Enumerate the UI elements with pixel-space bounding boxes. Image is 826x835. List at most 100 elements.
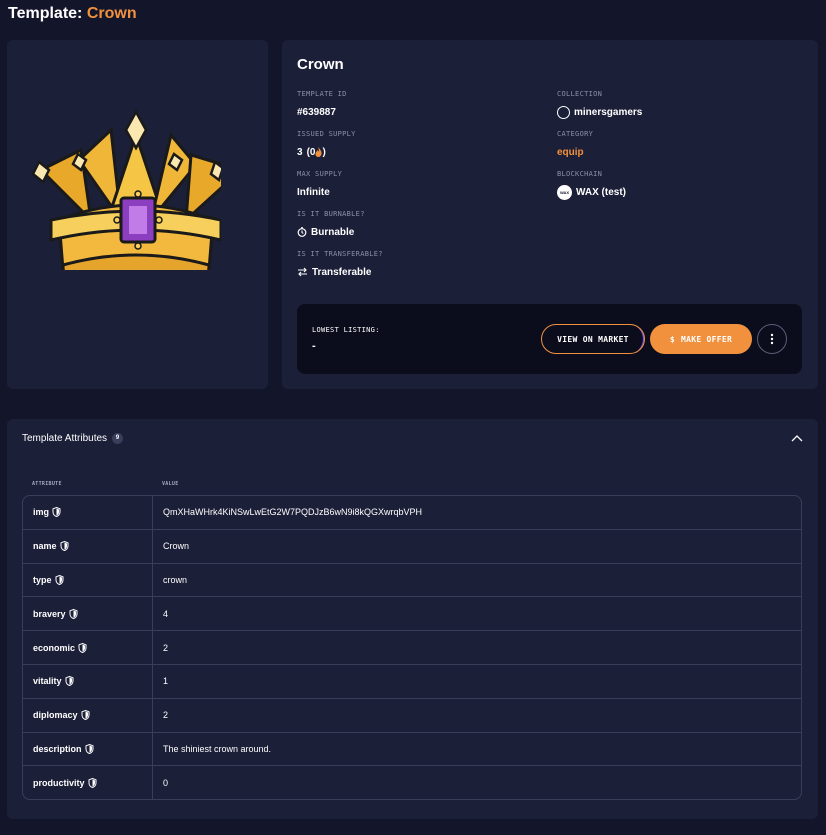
attribute-value-cell: 0 xyxy=(153,766,801,799)
attribute-value: crown xyxy=(163,574,188,585)
table-row: diplomacy 2 xyxy=(23,698,801,733)
table-row: bravery 4 xyxy=(23,597,801,632)
shield-icon xyxy=(65,676,74,687)
table-row: productivity 0 xyxy=(23,766,801,799)
table-row: name Crown xyxy=(23,529,801,564)
shield-icon xyxy=(52,507,61,518)
template-attributes-card: Template Attributes 9 ATTRIBUTE VALUE im… xyxy=(7,419,818,819)
transferable-text: Transferable xyxy=(312,266,372,278)
attribute-value: 4 xyxy=(163,608,169,619)
shield-icon xyxy=(81,710,90,721)
fire-icon xyxy=(315,147,323,157)
attribute-key-cell: economic xyxy=(23,631,153,664)
attribute-key-cell: img xyxy=(23,496,153,529)
blockchain-field: BLOCKCHAIN WAX WAX (test) xyxy=(557,170,626,200)
attribute-value-cell: Crown xyxy=(153,530,801,563)
template-image-card xyxy=(7,40,268,389)
attribute-value: 1 xyxy=(163,676,169,687)
attribute-key-cell: type xyxy=(23,563,153,597)
collection-name: minersgamers xyxy=(574,106,643,118)
burnable-value: Burnable xyxy=(297,225,365,239)
template-id-value: #639887 xyxy=(297,106,336,118)
issued-supply-count: 3 xyxy=(297,146,303,158)
shield-icon xyxy=(78,642,87,653)
shield-icon xyxy=(60,541,69,552)
template-name: Crown xyxy=(297,56,344,73)
burnable-field: IS IT BURNABLE? Burnable xyxy=(297,210,365,239)
attribute-value: Crown xyxy=(163,541,190,552)
attributes-title: Template Attributes xyxy=(22,433,108,444)
wax-logo-icon: WAX xyxy=(557,184,572,200)
table-row: type crown xyxy=(23,563,801,598)
collection-label: COLLECTION xyxy=(557,90,603,98)
attribute-key: type xyxy=(33,574,52,585)
attribute-key: vitality xyxy=(33,676,62,687)
table-row: img QmXHaWHrk4KiNSwLwEtG2W7PQDJzB6wN9i8kQ… xyxy=(23,496,801,530)
attributes-header[interactable]: Template Attributes 9 xyxy=(22,433,124,444)
attribute-value-cell: The shiniest crown around. xyxy=(153,733,801,766)
collection-field: COLLECTION minersgamers xyxy=(557,90,642,119)
make-offer-label: MAKE OFFER xyxy=(680,334,733,344)
attribute-value-cell: 2 xyxy=(153,631,801,664)
issued-supply-field: ISSUED SUPPLY 3 (0 ) xyxy=(297,130,356,159)
burn-timer-icon xyxy=(297,227,307,237)
attribute-key: img xyxy=(33,507,50,518)
table-row: economic 2 xyxy=(23,631,801,665)
attribute-value: 2 xyxy=(163,710,169,721)
transferable-label: IS IT TRANSFERABLE? xyxy=(297,250,383,258)
attributes-count-badge: 9 xyxy=(112,433,124,444)
collection-link[interactable]: minersgamers xyxy=(557,105,642,119)
attribute-value-cell: 4 xyxy=(153,597,801,630)
page-title-prefix: Template: xyxy=(8,5,83,22)
attribute-value: The shiniest crown around. xyxy=(163,743,272,754)
attribute-value: 2 xyxy=(163,642,169,653)
burned-close: ) xyxy=(322,146,326,158)
attribute-key: name xyxy=(33,541,57,552)
column-header-attribute: ATTRIBUTE xyxy=(32,481,62,487)
attribute-key-cell: name xyxy=(23,529,153,563)
lowest-listing-label: LOWEST LISTING: xyxy=(312,326,380,334)
category-value[interactable]: equip xyxy=(557,145,593,159)
max-supply-label: MAX SUPPLY xyxy=(297,170,343,178)
chevron-up-icon[interactable] xyxy=(791,433,803,445)
more-options-button[interactable] xyxy=(757,324,787,354)
template-info-card: Crown TEMPLATE ID #639887 COLLECTION min… xyxy=(282,40,818,389)
attribute-key: economic xyxy=(33,642,76,653)
transfer-arrows-icon xyxy=(298,267,307,277)
page-title: Template: Crown xyxy=(8,5,137,23)
shield-icon xyxy=(88,778,97,789)
burned-count: (0 xyxy=(306,146,316,158)
attribute-key: productivity xyxy=(33,778,85,789)
attribute-value: QmXHaWHrk4KiNSwLwEtG2W7PQDJzB6wN9i8kQGXw… xyxy=(163,507,423,518)
transferable-value: Transferable xyxy=(297,265,383,279)
lowest-listing-value: - xyxy=(312,340,316,352)
more-vertical-icon xyxy=(770,333,774,345)
attribute-value-cell: 2 xyxy=(153,699,801,732)
template-id-label: TEMPLATE ID xyxy=(297,90,347,98)
issued-supply-value: 3 (0 ) xyxy=(297,145,356,159)
shield-icon xyxy=(85,743,94,754)
attribute-key-cell: bravery xyxy=(23,597,153,631)
attribute-key-cell: description xyxy=(23,732,153,766)
attribute-key: description xyxy=(33,743,82,754)
blockchain-value: WAX WAX (test) xyxy=(557,184,626,200)
attribute-key-cell: diplomacy xyxy=(23,698,153,732)
attribute-key: bravery xyxy=(33,608,66,619)
dollar-icon: $ xyxy=(669,334,675,344)
attribute-key: diplomacy xyxy=(33,710,78,721)
table-row: vitality 1 xyxy=(23,664,801,699)
make-offer-button[interactable]: $ MAKE OFFER xyxy=(650,324,752,354)
shield-icon xyxy=(55,574,64,585)
blockchain-name: WAX (test) xyxy=(576,186,626,198)
transferable-field: IS IT TRANSFERABLE? Transferable xyxy=(297,250,383,279)
view-on-market-button[interactable]: VIEW ON MARKET xyxy=(541,324,645,354)
listing-panel: LOWEST LISTING: - VIEW ON MARKET $ MAKE … xyxy=(297,304,802,374)
blockchain-label: BLOCKCHAIN xyxy=(557,170,603,178)
attribute-value: 0 xyxy=(163,778,169,789)
table-row: description The shiniest crown around. xyxy=(23,732,801,767)
burnable-label: IS IT BURNABLE? xyxy=(297,210,365,218)
category-field: CATEGORY equip xyxy=(557,130,593,159)
burnable-text: Burnable xyxy=(311,226,355,238)
collection-avatar-icon xyxy=(557,105,570,119)
attribute-value-cell: QmXHaWHrk4KiNSwLwEtG2W7PQDJzB6wN9i8kQGXw… xyxy=(153,496,801,529)
